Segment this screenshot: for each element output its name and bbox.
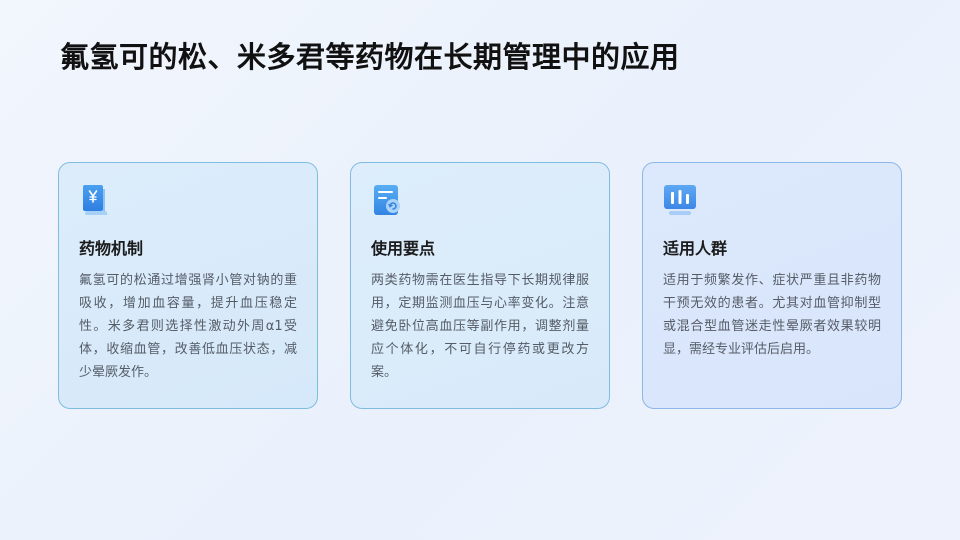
- slide-title: 氟氢可的松、米多君等药物在长期管理中的应用: [60, 40, 680, 74]
- card-body: 氟氢可的松通过增强肾小管对钠的重吸收，增加血容量，提升血压稳定性。米多君则选择性…: [79, 273, 297, 380]
- scroll-yen-icon: [79, 183, 113, 217]
- document-refresh-icon: [371, 183, 405, 217]
- bar-chart-icon: [663, 183, 697, 217]
- card-audience: 适用人群 适用于频繁发作、症状严重且非药物干预无效的患者。尤其对血管抑制型或混合…: [642, 162, 902, 409]
- card-body: 适用于频繁发作、症状严重且非药物干预无效的患者。尤其对血管抑制型或混合型血管迷走…: [663, 273, 881, 357]
- card-body: 两类药物需在医生指导下长期规律服用，定期监测血压与心率变化。注意避免卧位高血压等…: [371, 273, 589, 380]
- card-row: 药物机制 氟氢可的松通过增强肾小管对钠的重吸收，增加血容量，提升血压稳定性。米多…: [58, 162, 902, 409]
- card-title: 使用要点: [371, 239, 436, 258]
- card-mechanism: 药物机制 氟氢可的松通过增强肾小管对钠的重吸收，增加血容量，提升血压稳定性。米多…: [58, 162, 318, 409]
- card-usage: 使用要点 两类药物需在医生指导下长期规律服用，定期监测血压与心率变化。注意避免卧…: [350, 162, 610, 409]
- card-title: 适用人群: [663, 239, 728, 258]
- card-title: 药物机制: [79, 239, 144, 258]
